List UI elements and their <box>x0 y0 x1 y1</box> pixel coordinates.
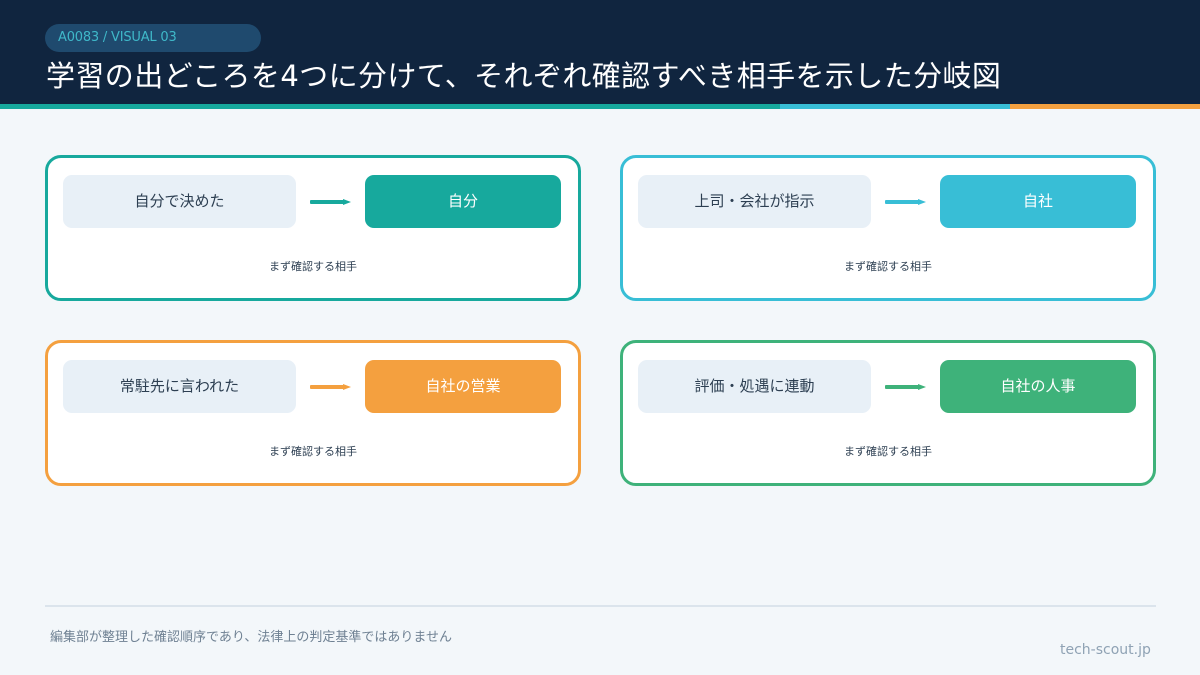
branch-card-evaluation: 評価・処遇に連動 自社の人事 まず確認する相手 <box>620 340 1156 486</box>
accent-stripe-cyan <box>780 104 1010 109</box>
site-credit: tech-scout.jp <box>1060 642 1151 658</box>
arrow-right-icon <box>310 384 352 390</box>
branch-card-client-site: 常駐先に言われた 自社の営業 まず確認する相手 <box>45 340 581 486</box>
source-box: 上司・会社が指示 <box>638 175 871 228</box>
target-caption: まず確認する相手 <box>269 445 357 458</box>
target-box: 自分 <box>365 175 561 228</box>
footer-divider <box>45 605 1156 607</box>
target-caption: まず確認する相手 <box>844 445 932 458</box>
page-title: 学習の出どころを4つに分けて、それぞれ確認すべき相手を示した分岐図 <box>46 59 1002 93</box>
accent-stripe-orange <box>1010 104 1200 109</box>
target-box: 自社の人事 <box>940 360 1136 413</box>
accent-stripe-teal <box>0 104 780 109</box>
arrow-right-icon <box>885 199 927 205</box>
arrow-right-icon <box>310 199 352 205</box>
source-box: 常駐先に言われた <box>63 360 296 413</box>
source-box: 評価・処遇に連動 <box>638 360 871 413</box>
target-caption: まず確認する相手 <box>844 260 932 273</box>
header-bar: A0083 / VISUAL 03 学習の出どころを4つに分けて、それぞれ確認す… <box>0 0 1200 104</box>
target-caption: まず確認する相手 <box>269 260 357 273</box>
visual-id-badge: A0083 / VISUAL 03 <box>45 24 261 52</box>
target-box: 自社の営業 <box>365 360 561 413</box>
branch-card-company-instruction: 上司・会社が指示 自社 まず確認する相手 <box>620 155 1156 301</box>
footer-disclaimer: 編集部が整理した確認順序であり、法律上の判定基準ではありません <box>50 630 452 645</box>
source-box: 自分で決めた <box>63 175 296 228</box>
target-box: 自社 <box>940 175 1136 228</box>
branch-card-self: 自分で決めた 自分 まず確認する相手 <box>45 155 581 301</box>
arrow-right-icon <box>885 384 927 390</box>
